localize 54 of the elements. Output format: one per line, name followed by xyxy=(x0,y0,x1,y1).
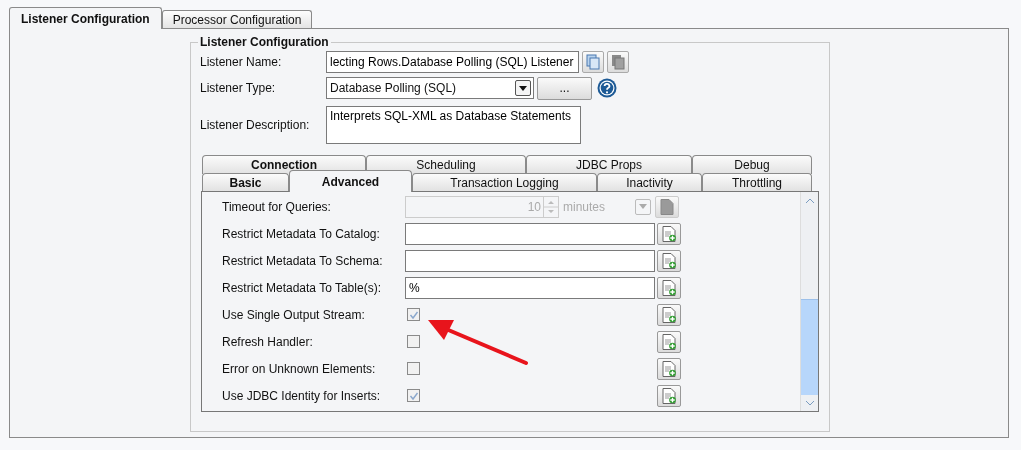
tab[interactable]: Advanced xyxy=(289,170,412,192)
tab[interactable]: Inactivity xyxy=(597,173,702,191)
add-document-button[interactable] xyxy=(657,357,681,380)
group-title: Listener Configuration xyxy=(199,35,330,49)
field-label: Listener Name: xyxy=(200,55,283,69)
tab[interactable]: Basic xyxy=(202,173,289,191)
add-document-button[interactable] xyxy=(657,303,681,326)
field-label: Listener Description: xyxy=(200,118,311,132)
text-field[interactable] xyxy=(405,249,655,272)
add-document-button[interactable] xyxy=(657,249,681,272)
tab[interactable]: JDBC Props xyxy=(526,155,692,174)
setting-label: Refresh Handler: xyxy=(222,334,314,349)
setting-label: Use JDBC Identity for Inserts: xyxy=(222,388,382,403)
field-label: Listener Type: xyxy=(200,81,277,95)
setting-label: Restrict Metadata To Catalog: xyxy=(222,226,381,241)
add-document-icon xyxy=(662,279,676,296)
description-field[interactable]: Interprets SQL-XML as Database Statements xyxy=(326,106,581,144)
dropdown-arrow-icon xyxy=(639,204,647,209)
help-icon[interactable] xyxy=(597,78,617,98)
add-document-icon xyxy=(662,306,676,323)
type-dropdown[interactable]: Database Polling (SQL) xyxy=(326,77,534,99)
add-document-button[interactable] xyxy=(657,276,681,299)
tab[interactable]: Listener Configuration xyxy=(9,7,162,29)
tab[interactable]: Transaction Logging xyxy=(412,173,597,191)
browse-button[interactable]: ... xyxy=(537,76,592,100)
setting-label: Restrict Metadata To Table(s): xyxy=(222,280,382,295)
dropdown-arrow-icon xyxy=(519,85,527,91)
tab[interactable]: Debug xyxy=(692,155,812,174)
add-document-button[interactable] xyxy=(657,330,681,353)
add-document-icon xyxy=(662,252,676,269)
name-field[interactable]: lecting Rows.Database Polling (SQL) Listener xyxy=(326,51,579,73)
tab[interactable]: Processor Configuration xyxy=(161,10,313,28)
setting-label: Error on Unknown Elements: xyxy=(222,361,377,376)
add-document-icon xyxy=(662,333,676,350)
tab[interactable]: Throttling xyxy=(702,173,812,191)
add-document-icon xyxy=(662,387,676,404)
add-document-button[interactable] xyxy=(657,384,681,407)
checkbox[interactable] xyxy=(407,362,420,375)
checkbox[interactable] xyxy=(407,335,420,348)
setting-label: Restrict Metadata To Schema: xyxy=(222,253,384,268)
scrollbar[interactable] xyxy=(800,192,818,411)
add-document-icon xyxy=(662,225,676,242)
setting-label: Use Single Output Stream: xyxy=(222,307,366,322)
text-field[interactable]: % xyxy=(405,276,655,299)
copy-button[interactable] xyxy=(582,51,604,73)
add-document-button[interactable] xyxy=(657,222,681,245)
checkbox[interactable] xyxy=(407,389,420,402)
document-icon xyxy=(660,198,674,215)
checkbox[interactable] xyxy=(407,308,420,321)
paste-button[interactable] xyxy=(607,51,629,73)
add-document-icon xyxy=(662,360,676,377)
text-field[interactable] xyxy=(405,222,655,245)
setting-label: Timeout for Queries: xyxy=(222,199,332,214)
document-button[interactable] xyxy=(655,195,679,218)
